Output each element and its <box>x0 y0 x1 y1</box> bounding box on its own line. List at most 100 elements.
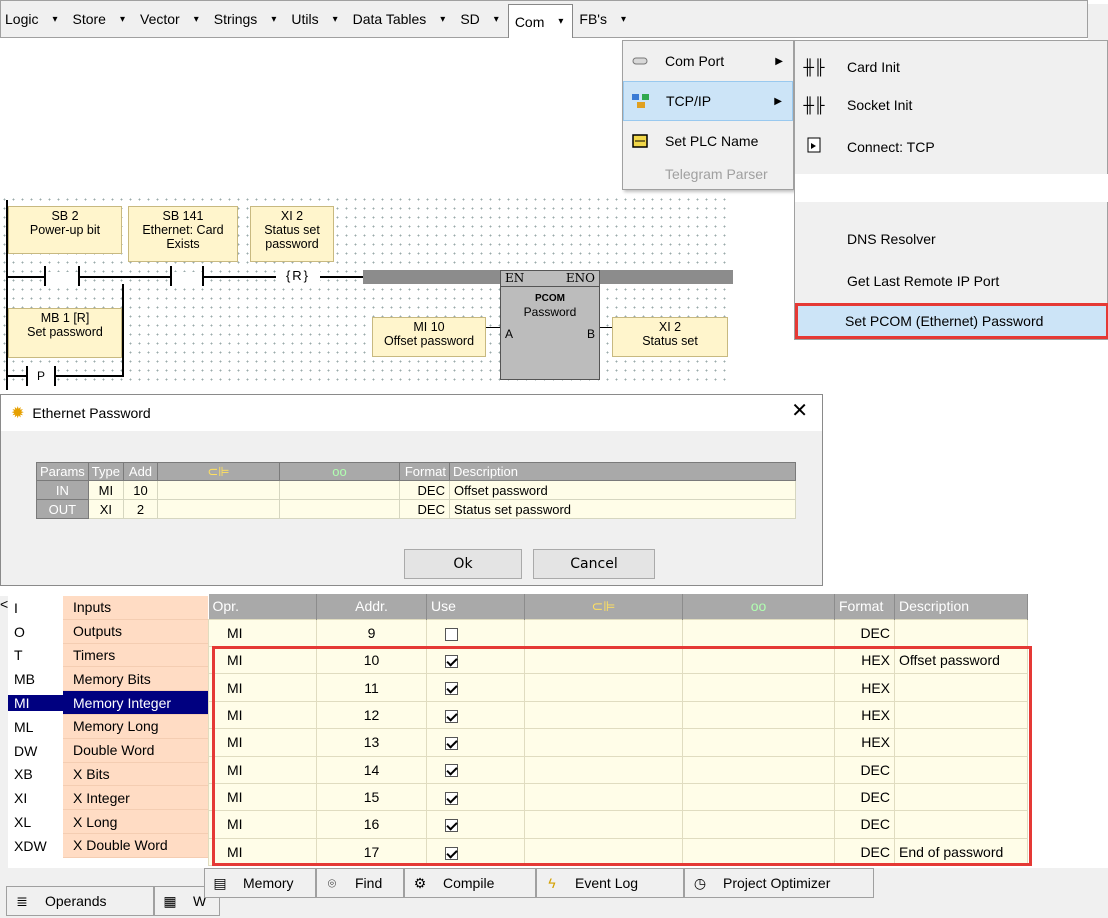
tab-compile[interactable]: ⚙ Compile <box>404 868 536 898</box>
operand-address: XI 2 <box>280 209 304 223</box>
positive-edge-contact[interactable]: P <box>26 366 56 386</box>
submenu-gap <box>857 174 1108 202</box>
list-item-inputs[interactable]: I Inputs <box>8 596 208 620</box>
operand-label-xi2[interactable]: XI 2 Status set password <box>250 206 334 262</box>
description-cell[interactable] <box>894 618 1028 648</box>
compile-icon: ⚙ <box>413 874 427 891</box>
menu-item-label: TCP/IP <box>666 93 712 109</box>
close-icon[interactable]: ✕ <box>791 401 808 421</box>
list-item-x-long[interactable]: XL X Long <box>8 810 208 834</box>
menu-item-socket-init[interactable]: ╫╟ Socket Init <box>795 85 1108 125</box>
glasses-icon: oo <box>332 464 347 479</box>
operand-description: Status set <box>264 223 320 237</box>
ladder-editor[interactable]: SB 2 Power-up bit SB 141 Ethernet: Card … <box>0 40 733 390</box>
menu-item-label: Com Port <box>665 53 725 69</box>
cancel-button[interactable]: Cancel <box>533 549 655 579</box>
ok-button[interactable]: Ok <box>404 549 522 579</box>
description-cell[interactable]: Offset password <box>448 480 797 500</box>
list-item-double-word[interactable]: DW Double Word <box>8 738 208 763</box>
operand-label-mi10[interactable]: MI 10 Offset password <box>372 317 486 357</box>
operands-scroll-edge[interactable]: < <box>0 596 8 868</box>
description-cell[interactable]: Status set password <box>448 499 797 519</box>
use-checkbox[interactable] <box>445 627 458 641</box>
list-item-memory-bits[interactable]: MB Memory Bits <box>8 667 208 692</box>
table-row[interactable]: OUT XI 2 DEC Status set password <box>36 499 797 519</box>
tab-operands[interactable]: ≣ Operands <box>6 886 154 916</box>
menu-item-connect-tcp[interactable]: Connect: TCP <box>795 127 1108 167</box>
operand-label-sb141[interactable]: SB 141 Ethernet: Card Exists <box>128 206 238 262</box>
operand-code: XB <box>14 766 33 783</box>
type-cell[interactable]: XI <box>87 499 124 519</box>
type-cell[interactable]: MI <box>87 480 124 500</box>
tab-find[interactable]: ⌾ Find <box>316 868 404 898</box>
block-title: PCOM <box>535 293 565 304</box>
list-item-memory-integer[interactable]: MI Memory Integer <box>8 691 208 715</box>
glasses-cell[interactable] <box>682 618 835 648</box>
optimizer-icon: ◷ <box>693 874 707 891</box>
list-item-timers[interactable]: T Timers <box>8 643 208 668</box>
menu-item-telegram-parser[interactable]: Telegram Parser <box>623 159 793 189</box>
menu-item-get-last-remote-ip-port[interactable]: Get Last Remote IP Port <box>795 261 1108 301</box>
menu-item-dns-resolver[interactable]: DNS Resolver <box>795 219 1108 259</box>
menu-data-tables[interactable]: Data Tables ▾ <box>347 4 455 34</box>
menu-fbs[interactable]: FB's ▾ <box>573 4 635 34</box>
operand-name: Timers <box>63 643 208 668</box>
contact-sb2[interactable] <box>78 266 80 286</box>
format-cell[interactable]: DEC <box>398 480 450 500</box>
tab-event-log[interactable]: ϟ Event Log <box>536 868 684 898</box>
menu-vector[interactable]: Vector ▾ <box>134 4 208 34</box>
menu-item-com-port[interactable]: Com Port ▶ <box>623 41 793 81</box>
menu-logic[interactable]: Logic ▾ <box>1 4 67 34</box>
chevron-down-icon: ▾ <box>493 13 499 25</box>
menu-store[interactable]: Store ▾ <box>67 4 135 34</box>
menu-label: SD <box>460 11 480 27</box>
plug-cell[interactable] <box>156 499 280 519</box>
scroll-left-icon[interactable]: < <box>0 596 8 612</box>
tab-project-optimizer[interactable]: ◷ Project Optimizer <box>684 868 874 898</box>
menu-item-label: Get Last Remote IP Port <box>847 273 1000 289</box>
operand-description: Exists <box>166 237 200 251</box>
menu-utils[interactable]: Utils ▾ <box>285 4 346 34</box>
operand-label-mb1[interactable]: MB 1 [R] Set password <box>8 308 122 358</box>
menu-sd[interactable]: SD ▾ <box>454 4 507 34</box>
address-cell[interactable]: 2 <box>122 499 158 519</box>
contact-sb141[interactable] <box>202 266 204 286</box>
pcom-password-block[interactable]: EN ENO PCOM Password A B <box>500 270 600 380</box>
chevron-down-icon: ▾ <box>52 13 58 25</box>
list-item-memory-long[interactable]: ML Memory Long <box>8 714 208 739</box>
operand-code: MB <box>14 671 35 688</box>
menu-item-set-plc-name[interactable]: Set PLC Name <box>623 121 793 161</box>
list-item-x-bits[interactable]: XB X Bits <box>8 762 208 787</box>
plug-cell[interactable] <box>524 618 683 648</box>
operand-name: Outputs <box>63 619 208 644</box>
menu-item-tcp-ip[interactable]: TCP/IP ▶ <box>623 81 793 121</box>
glasses-cell[interactable] <box>278 499 400 519</box>
format-cell[interactable]: DEC <box>834 618 895 648</box>
tab-memory[interactable]: ▤ Memory <box>204 868 316 898</box>
glasses-cell[interactable] <box>278 480 400 500</box>
menu-item-card-init[interactable]: ╫╟ Card Init <box>795 47 1108 87</box>
menu-strings[interactable]: Strings ▾ <box>208 4 286 34</box>
pin-wire <box>486 327 500 328</box>
list-item-outputs[interactable]: O Outputs <box>8 619 208 644</box>
operand-description: password <box>265 237 319 251</box>
operand-code: MI <box>8 695 63 712</box>
ethernet-password-dialog: ✹ Ethernet Password ✕ Params Type Add ⊂⊫… <box>0 394 823 586</box>
menu-item-set-pcom-password[interactable]: Set PCOM (Ethernet) Password <box>795 303 1108 339</box>
operand-label-xi2-out[interactable]: XI 2 Status set <box>612 317 728 357</box>
use-cell[interactable] <box>426 618 525 648</box>
table-row[interactable]: MI 9 DEC <box>208 618 1028 648</box>
dialog-title-bar: ✹ Ethernet Password ✕ <box>1 395 822 431</box>
plug-cell[interactable] <box>156 480 280 500</box>
menu-com[interactable]: Com ▾ <box>507 4 574 38</box>
operand-label-sb2[interactable]: SB 2 Power-up bit <box>8 206 122 254</box>
operand-code: I <box>14 599 18 616</box>
operand-name: Memory Long <box>63 714 208 739</box>
list-item-x-double-word[interactable]: XDW X Double Word <box>8 833 208 858</box>
list-item-x-integer[interactable]: XI X Integer <box>8 786 208 811</box>
address-cell[interactable]: 10 <box>122 480 158 500</box>
table-row[interactable]: IN MI 10 DEC Offset password <box>36 480 797 500</box>
format-cell[interactable]: DEC <box>398 499 450 519</box>
reset-coil[interactable]: {R} <box>276 268 320 286</box>
block-output-b: B <box>586 327 595 341</box>
